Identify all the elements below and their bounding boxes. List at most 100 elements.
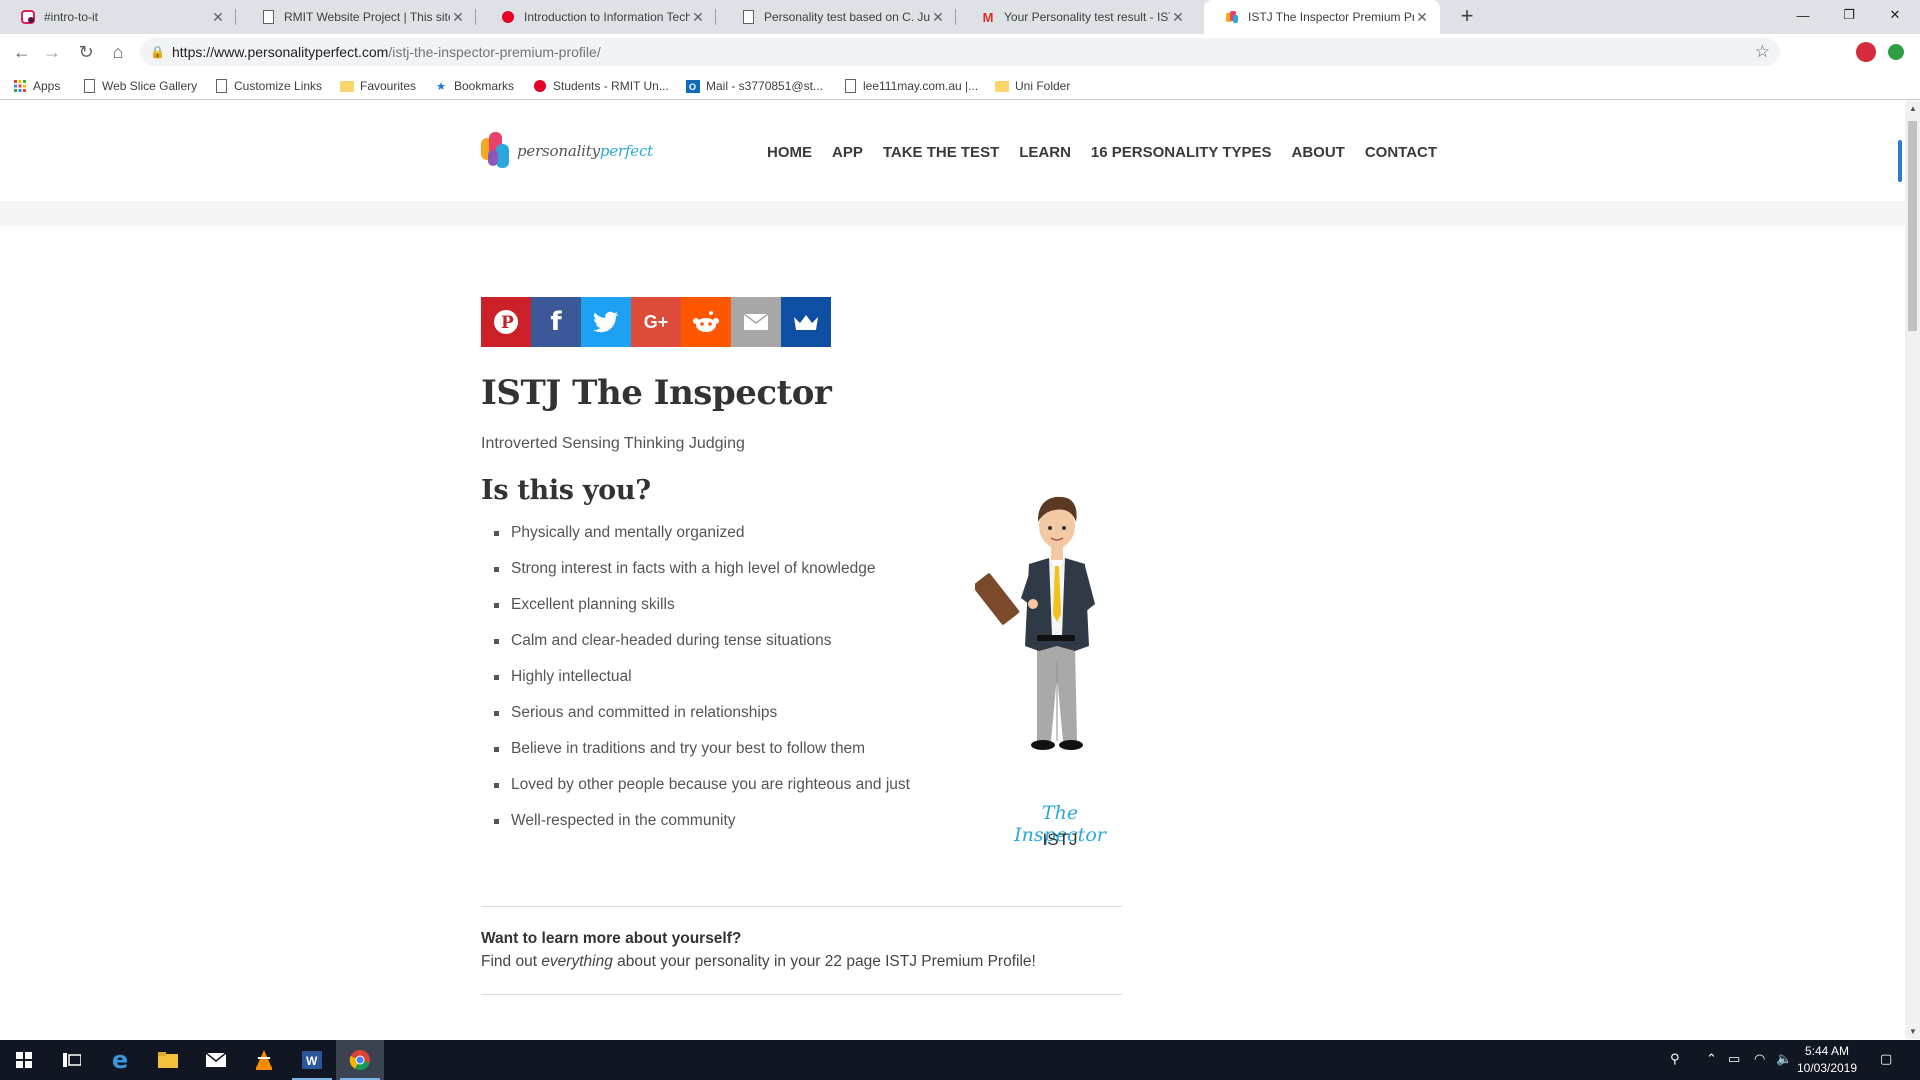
- bookmark-label: Students - RMIT Un...: [553, 79, 669, 93]
- nav-16-personality-types[interactable]: 16 PERSONALITY TYPES: [1091, 144, 1272, 161]
- url-path: /istj-the-inspector-premium-profile/: [388, 44, 601, 60]
- reload-icon[interactable]: ↻: [74, 40, 98, 64]
- forward-arrow-icon[interactable]: →: [40, 40, 64, 64]
- nav-contact[interactable]: CONTACT: [1365, 144, 1437, 161]
- star-icon: ★: [436, 80, 446, 93]
- new-tab-button[interactable]: +: [1454, 4, 1480, 30]
- back-arrow-icon[interactable]: ←: [10, 40, 34, 64]
- nav-about[interactable]: ABOUT: [1292, 144, 1345, 161]
- close-window-button[interactable]: ✕: [1872, 0, 1918, 30]
- bookmark-web-slice-gallery[interactable]: Web Slice Gallery: [82, 77, 197, 95]
- facebook-icon: f: [550, 307, 562, 337]
- bookmark-mail[interactable]: O Mail - s3770851@st...: [686, 77, 823, 95]
- rmit-icon: [533, 79, 547, 93]
- task-view-icon[interactable]: [48, 1040, 96, 1080]
- browser-tab[interactable]: RMIT Website Project | This site is ✕: [240, 0, 476, 34]
- vlc-icon[interactable]: [240, 1040, 288, 1080]
- bookmark-label: Favourites: [360, 79, 417, 93]
- bookmarks-bar: Apps Web Slice Gallery Customize Links F…: [0, 70, 1920, 100]
- home-icon[interactable]: ⌂: [106, 40, 130, 64]
- nav-home[interactable]: HOME: [767, 144, 812, 161]
- mail-icon[interactable]: [192, 1040, 240, 1080]
- browser-tab[interactable]: M Your Personality test result - ISTJ ✕: [960, 0, 1196, 34]
- page-icon: [214, 79, 228, 93]
- volume-icon[interactable]: 🔈: [1776, 1051, 1792, 1067]
- battery-icon[interactable]: ▭: [1728, 1051, 1740, 1067]
- url-host: https://www.personalityperfect.com: [172, 44, 389, 60]
- nav-take-the-test[interactable]: TAKE THE TEST: [883, 144, 999, 161]
- bookmark-students-rmit[interactable]: Students - RMIT Un...: [533, 77, 669, 95]
- apps-grid-icon: [13, 79, 27, 93]
- word-icon[interactable]: W: [288, 1040, 336, 1080]
- side-widget-tab[interactable]: [1898, 140, 1902, 182]
- bookmark-bookmarks[interactable]: ★ Bookmarks: [434, 77, 514, 95]
- svg-text:W: W: [306, 1054, 318, 1068]
- browser-tab[interactable]: Personality test based on C. Jung ✕: [720, 0, 956, 34]
- nav-app[interactable]: APP: [832, 144, 863, 161]
- nav-learn[interactable]: LEARN: [1019, 144, 1071, 161]
- pinterest-share-button[interactable]: P: [481, 297, 531, 347]
- close-icon[interactable]: ✕: [450, 9, 466, 26]
- page-subtitle: Introverted Sensing Thinking Judging: [481, 435, 745, 452]
- close-icon[interactable]: ✕: [1414, 9, 1430, 26]
- system-clock[interactable]: 5:44 AM 10/03/2019: [1792, 1043, 1862, 1077]
- bookmark-apps[interactable]: Apps: [13, 77, 60, 95]
- site-header: personalityperfect HOME APP TAKE THE TES…: [0, 101, 1905, 201]
- bookmark-label: Mail - s3770851@st...: [706, 79, 823, 93]
- notifications-icon[interactable]: ▢: [1880, 1051, 1892, 1067]
- tab-title: RMIT Website Project | This site is: [284, 10, 450, 24]
- inspector-illustration: The Inspector ISTJ: [972, 486, 1145, 866]
- close-icon[interactable]: ✕: [210, 9, 226, 26]
- bookmark-customize-links[interactable]: Customize Links: [214, 77, 322, 95]
- bookmark-label: Apps: [33, 79, 61, 93]
- folder-icon: [995, 79, 1009, 93]
- scrollbar-thumb[interactable]: [1908, 121, 1917, 331]
- windows-taskbar: e W ⚲ ⌃ ▭ ◠ 🔈 5:44 AM 10/03/2019 ▢: [0, 1040, 1920, 1080]
- reddit-share-button[interactable]: [681, 297, 731, 347]
- scroll-up-arrow-icon[interactable]: ▲: [1909, 104, 1917, 113]
- extension-icon[interactable]: [1888, 44, 1904, 60]
- tab-title: Introduction to Information Techn: [524, 10, 690, 24]
- close-icon[interactable]: ✕: [930, 9, 946, 26]
- scroll-down-arrow-icon[interactable]: ▼: [1909, 1027, 1917, 1036]
- address-bar[interactable]: 🔒 https://www.personalityperfect.com/ist…: [140, 38, 1780, 66]
- edge-browser-icon[interactable]: e: [96, 1040, 144, 1080]
- crown-share-button[interactable]: [781, 297, 831, 347]
- bookmark-uni-folder[interactable]: Uni Folder: [995, 77, 1070, 95]
- restore-button[interactable]: ❐: [1826, 0, 1872, 30]
- google-plus-share-button[interactable]: G+: [631, 297, 681, 347]
- email-share-button[interactable]: [731, 297, 781, 347]
- tab-title: Your Personality test result - ISTJ: [1004, 10, 1170, 24]
- lock-icon[interactable]: 🔒: [150, 45, 165, 59]
- wifi-icon[interactable]: ◠: [1754, 1051, 1765, 1067]
- rmit-icon: [500, 9, 516, 25]
- figure-type-code: ISTJ: [1042, 830, 1078, 849]
- bookmark-label: Bookmarks: [454, 79, 515, 93]
- twitter-share-button[interactable]: [581, 297, 631, 347]
- clock-time: 5:44 AM: [1804, 1044, 1850, 1058]
- chevron-up-icon[interactable]: ⌃: [1706, 1051, 1717, 1067]
- chrome-icon[interactable]: [336, 1040, 384, 1080]
- envelope-icon: [743, 313, 769, 330]
- windows-start-icon[interactable]: [0, 1040, 48, 1080]
- page-icon: [260, 9, 276, 25]
- bookmark-star-icon[interactable]: ☆: [1755, 42, 1770, 62]
- page-scrollbar[interactable]: ▲ ▼: [1905, 101, 1920, 1039]
- minimize-button[interactable]: —: [1780, 0, 1826, 30]
- bookmark-label: lee111may.com.au |...: [863, 79, 979, 93]
- browser-tab[interactable]: #intro-to-it ✕: [0, 0, 236, 34]
- browser-toolbar: ← → ↻ ⌂ 🔒 https://www.personalityperfect…: [0, 34, 1920, 70]
- browser-tab[interactable]: Introduction to Information Techn ✕: [480, 0, 716, 34]
- bookmark-favourites[interactable]: Favourites: [340, 77, 416, 95]
- close-icon[interactable]: ✕: [1170, 9, 1186, 26]
- avatar[interactable]: [1856, 42, 1876, 62]
- site-logo[interactable]: personalityperfect: [481, 132, 653, 170]
- file-explorer-icon[interactable]: [144, 1040, 192, 1080]
- close-icon[interactable]: ✕: [690, 9, 706, 26]
- browser-tab-active[interactable]: ISTJ The Inspector Premium Profi ✕: [1204, 0, 1440, 34]
- bookmark-lee111may[interactable]: lee111may.com.au |...: [843, 77, 978, 95]
- pinterest-icon: P: [494, 310, 518, 334]
- folder-icon: [340, 79, 354, 93]
- people-icon[interactable]: ⚲: [1670, 1051, 1680, 1067]
- facebook-share-button[interactable]: f: [531, 297, 581, 347]
